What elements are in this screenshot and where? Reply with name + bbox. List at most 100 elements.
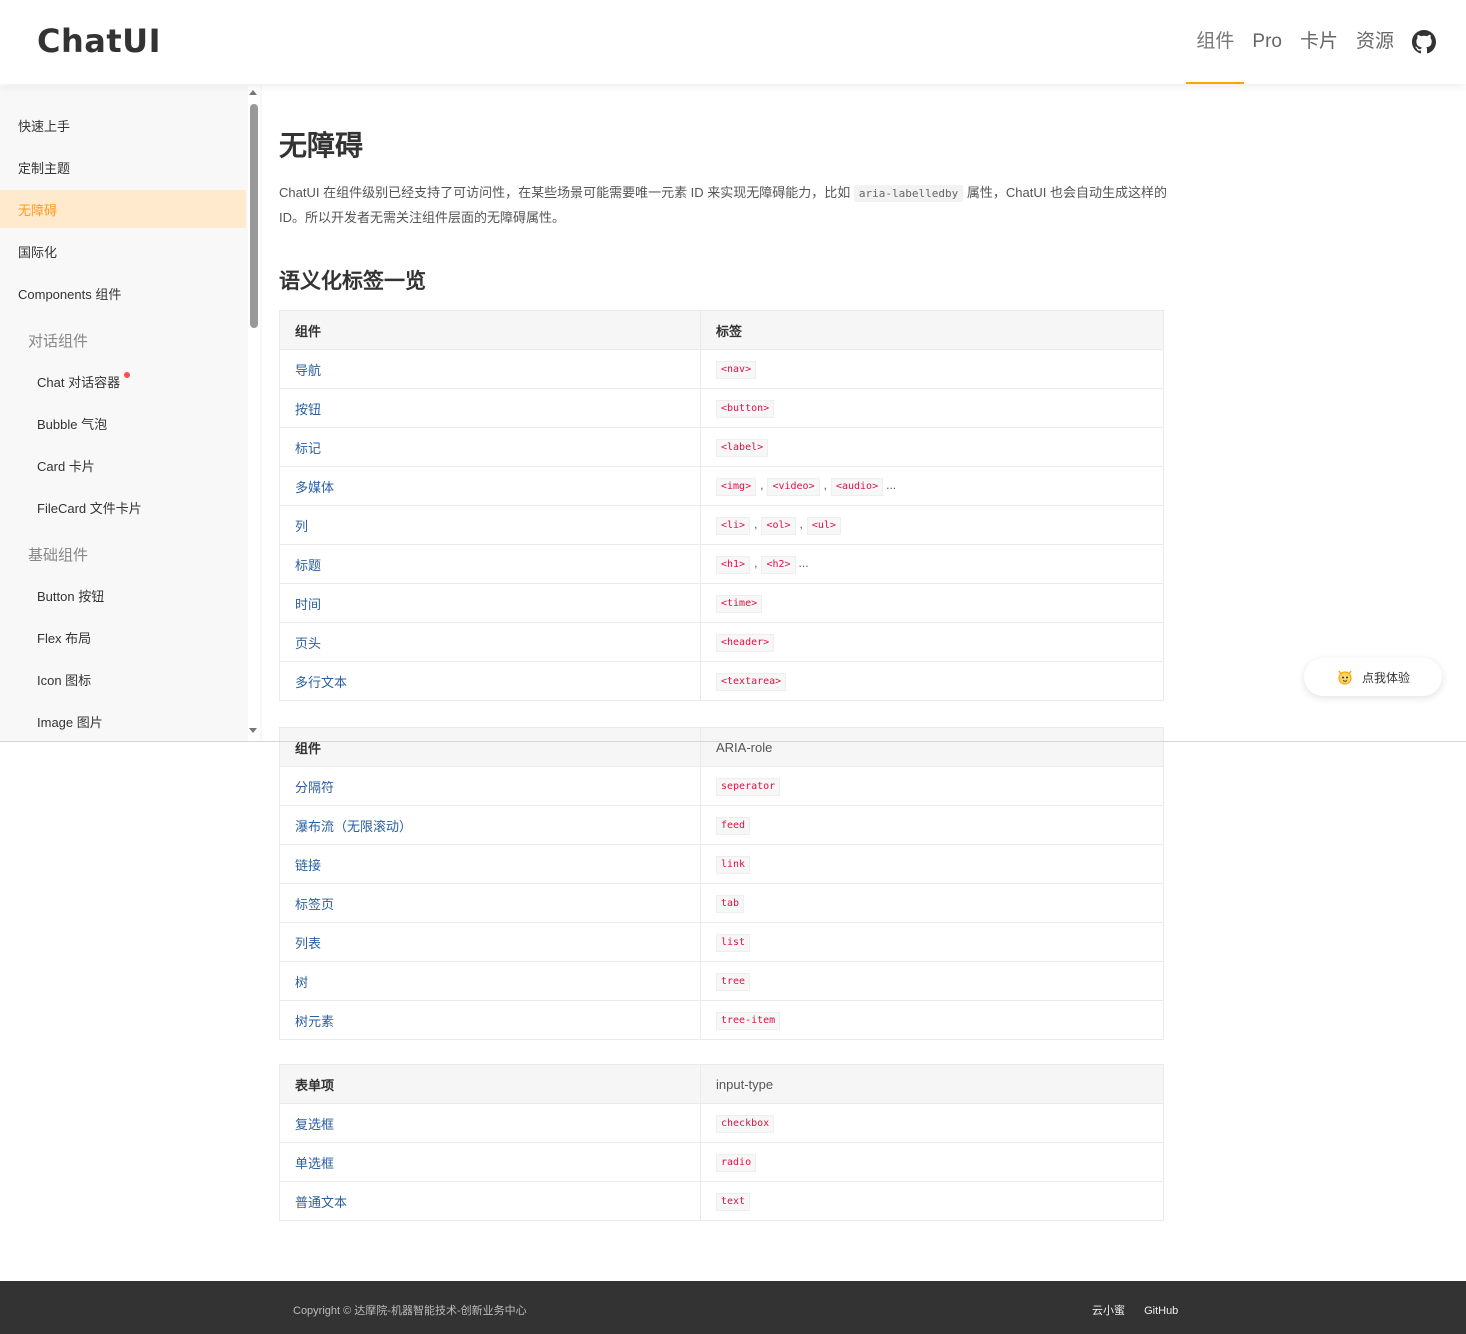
tag-cell: <li>, <ol>, <ul> (700, 505, 1164, 545)
tag-cell: <button> (700, 388, 1164, 428)
tag-code: <h1> (716, 555, 751, 574)
table-header-row: 组件 标签 (279, 310, 1164, 350)
github-icon[interactable] (1412, 30, 1436, 54)
table-row: 标签页 tab (279, 883, 1164, 923)
footer-link-github[interactable]: GitHub (1144, 1305, 1178, 1317)
value-code: text (716, 1192, 751, 1211)
sidebar-item-filecard[interactable]: FileCard 文件卡片 (0, 488, 246, 526)
top-nav: 组件 Pro 卡片 资源 (1178, 0, 1436, 84)
component-name-cell: 列表 (279, 922, 701, 962)
tag-code: <ol> (761, 516, 796, 535)
table-header: 表单项 (279, 1064, 701, 1104)
table-row: 导航 <nav> (279, 349, 1164, 389)
tag-cell: <label> (700, 427, 1164, 467)
separator: , (754, 516, 758, 531)
value-code: seperator (716, 777, 781, 796)
sidebar-item-bubble[interactable]: Bubble 气泡 (0, 404, 246, 442)
value-cell: tree (700, 961, 1164, 1001)
nav-cards[interactable]: 卡片 (1300, 0, 1338, 84)
logo[interactable]: ChatUI (37, 22, 161, 60)
new-badge-dot (124, 372, 131, 378)
sidebar-item-accessibility[interactable]: 无障碍 (0, 190, 246, 228)
value-cell: seperator (700, 766, 1164, 806)
copyright: Copyright © 达摩院-机器智能技术-创新业务中心 (293, 1305, 527, 1317)
value-code: checkbox (716, 1114, 775, 1133)
divider (0, 741, 1466, 742)
separator: , (754, 555, 758, 570)
sidebar-item-quickstart[interactable]: 快速上手 (0, 106, 246, 144)
sidebar-item-components[interactable]: Components 组件 (0, 274, 246, 312)
tag-cell: <time> (700, 583, 1164, 623)
value-code: tree (716, 972, 751, 991)
separator: , (823, 477, 827, 492)
component-name-cell: 标记 (279, 427, 701, 467)
value-cell: tab (700, 883, 1164, 923)
component-name-cell: 多媒体 (279, 466, 701, 506)
more-indicator: ... (886, 477, 897, 492)
sidebar-item-theme[interactable]: 定制主题 (0, 148, 246, 186)
sidebar-scroll-thumb[interactable] (250, 104, 258, 328)
tag-code: <textarea> (716, 672, 787, 691)
sidebar-item-i18n[interactable]: 国际化 (0, 232, 246, 270)
sidebar-item-flex[interactable]: Flex 布局 (0, 618, 246, 656)
sidebar-item-icon[interactable]: Icon 图标 (0, 660, 246, 698)
tag-code: <button> (716, 399, 775, 418)
value-cell: text (700, 1181, 1164, 1221)
value-cell: feed (700, 805, 1164, 845)
table-row: 多行文本 <textarea> (279, 661, 1164, 701)
semantic-tags-table: 组件 标签 导航 <nav> 按钮 <button> 标记 <label> 多媒体 <img>… (279, 310, 1164, 701)
table-row: 页头 <header> (279, 622, 1164, 662)
page-title: 无障碍 (279, 130, 364, 161)
table-row: 树元素 tree-item (279, 1000, 1164, 1040)
footer: Copyright © 达摩院-机器智能技术-创新业务中心 云小蜜 GitHub (0, 1281, 1466, 1334)
table-row: 复选框 checkbox (279, 1103, 1164, 1143)
value-code: radio (716, 1153, 757, 1172)
nav-pro[interactable]: Pro (1252, 0, 1282, 84)
value-cell: list (700, 922, 1164, 962)
sidebar-item-chat[interactable]: Chat 对话容器 (0, 362, 246, 400)
sidebar-group-basic: 基础组件 (28, 547, 89, 564)
intro-text: ChatUI 在组件级别已经支持了可访问性，在某些场景可能需要唯一元素 ID 来… (279, 185, 851, 200)
component-name-cell: 页头 (279, 622, 701, 662)
table-header: ARIA-role (700, 727, 1164, 767)
value-cell: tree-item (700, 1000, 1164, 1040)
table-row: 单选框 radio (279, 1142, 1164, 1182)
table-header-row: 表单项 input-type (279, 1064, 1164, 1104)
value-cell: link (700, 844, 1164, 884)
tag-code: <img> (716, 477, 757, 496)
component-name-cell: 瀑布流（无限滚动） (279, 805, 701, 845)
tag-cell: <img>, <video>, <audio>... (700, 466, 1164, 506)
robot-icon (1338, 670, 1352, 685)
sidebar-item-button[interactable]: Button 按钮 (0, 576, 246, 614)
separator: , (760, 477, 764, 492)
nav-components[interactable]: 组件 (1186, 0, 1245, 84)
component-name-cell: 树元素 (279, 1000, 701, 1040)
table-row: 时间 <time> (279, 583, 1164, 623)
top-header: ChatUI 组件 Pro 卡片 资源 (0, 0, 1466, 84)
sidebar-item-card[interactable]: Card 卡片 (0, 446, 246, 484)
value-cell: checkbox (700, 1103, 1164, 1143)
table-row: 多媒体 <img>, <video>, <audio>... (279, 466, 1164, 506)
scroll-down-arrow-icon[interactable] (249, 728, 257, 733)
footer-link-xiaomi[interactable]: 云小蜜 (1092, 1305, 1125, 1317)
nav-resources[interactable]: 资源 (1356, 0, 1394, 84)
table-row: 标记 <label> (279, 427, 1164, 467)
scroll-up-arrow-icon[interactable] (249, 90, 257, 95)
try-it-label: 点我体验 (1361, 670, 1410, 685)
table-row: 普通文本 text (279, 1181, 1164, 1221)
footer-links: 云小蜜 GitHub (1092, 1302, 1194, 1318)
separator: , (799, 516, 803, 531)
table-header: 组件 (279, 310, 701, 350)
try-it-button[interactable]: 点我体验 (1304, 658, 1442, 696)
aria-role-table: 组件 ARIA-role 分隔符 seperator 瀑布流（无限滚动） feed 链接… (279, 727, 1164, 1040)
sidebar-item-image[interactable]: Image 图片 (0, 702, 246, 740)
table-row: 瀑布流（无限滚动） feed (279, 805, 1164, 845)
tag-code: <audio> (830, 477, 884, 496)
tag-cell: <header> (700, 622, 1164, 662)
component-name-cell: 单选框 (279, 1142, 701, 1182)
value-cell: radio (700, 1142, 1164, 1182)
component-name-cell: 多行文本 (279, 661, 701, 701)
section-title: 语义化标签一览 (279, 270, 426, 293)
intro-paragraph: ChatUI 在组件级别已经支持了可访问性，在某些场景可能需要唯一元素 ID 来… (279, 181, 1169, 230)
tag-code: <label> (716, 438, 769, 457)
